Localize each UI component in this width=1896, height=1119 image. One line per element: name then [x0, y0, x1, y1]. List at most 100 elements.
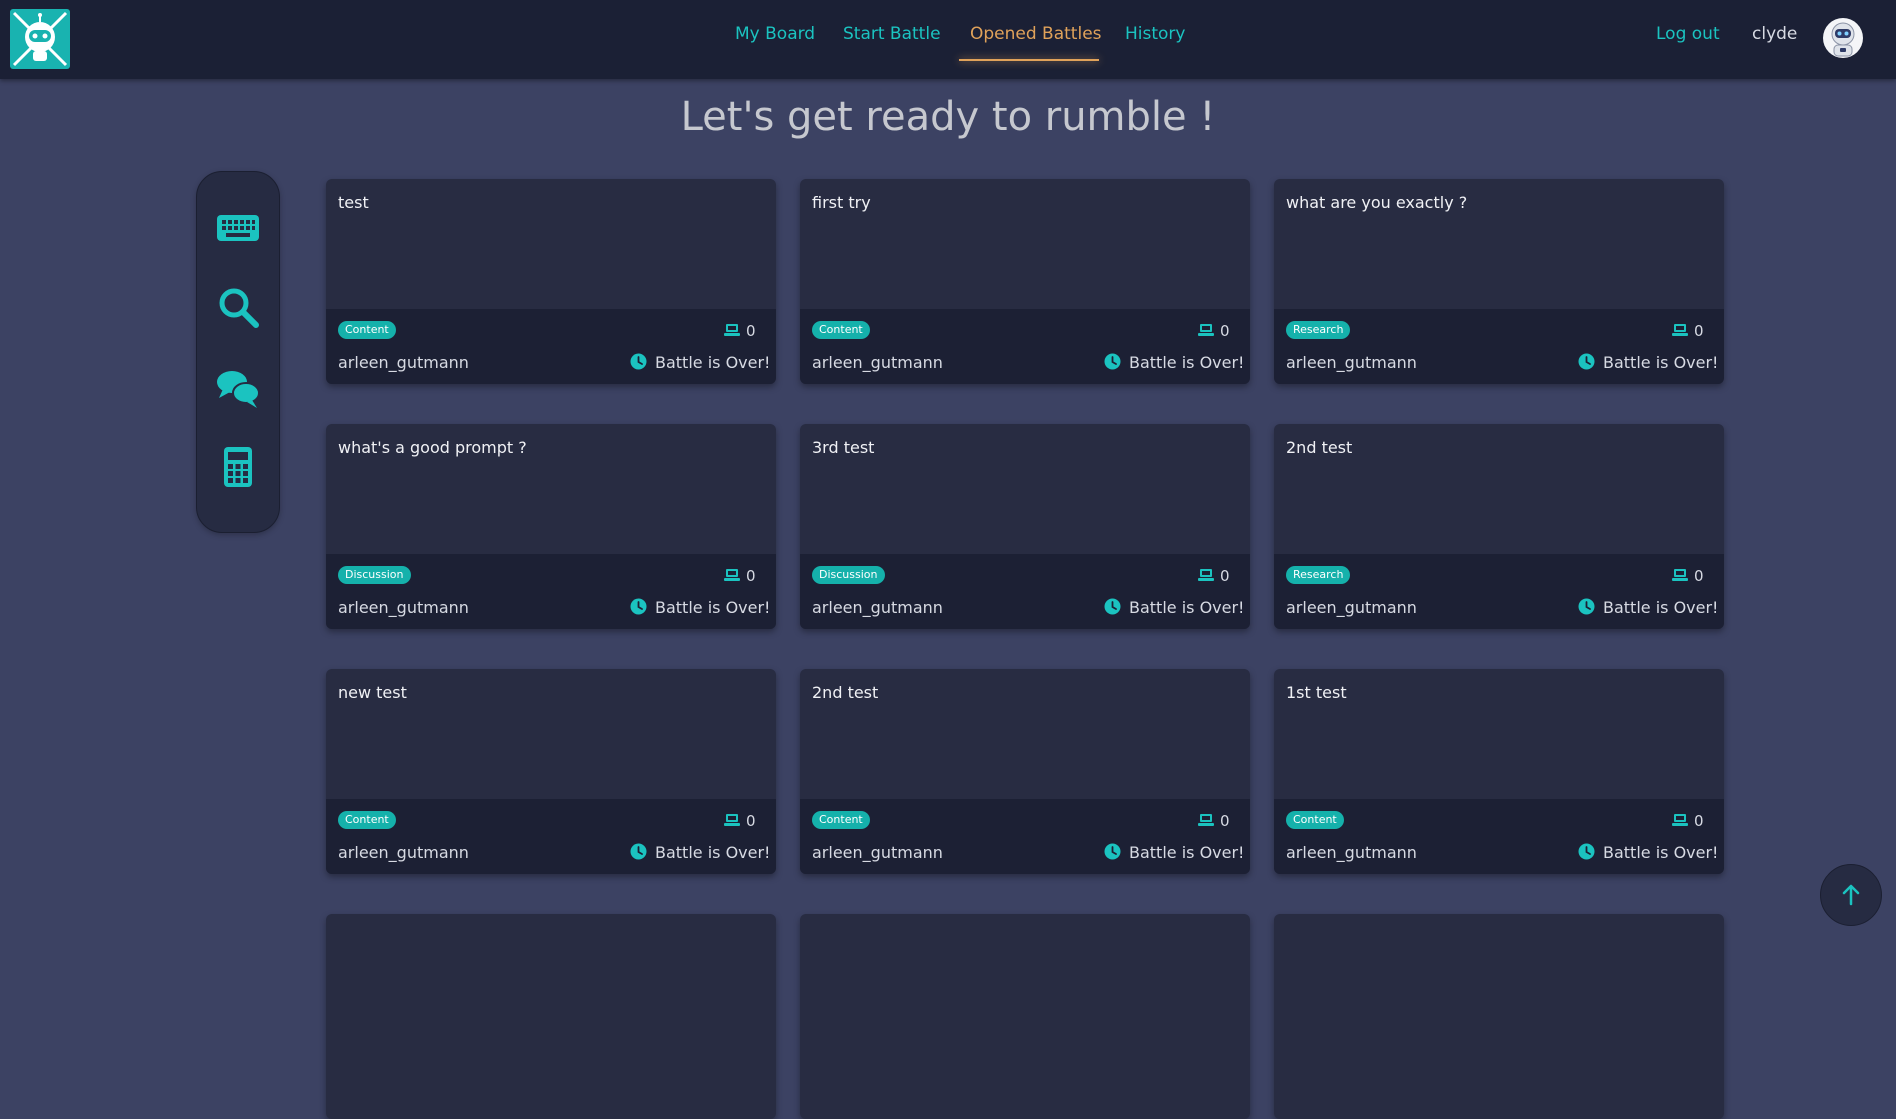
- author-name: arleen_gutmann: [338, 353, 469, 372]
- category-badge: Research: [1286, 566, 1351, 584]
- author-name: arleen_gutmann: [1286, 353, 1417, 372]
- clock-icon: [630, 843, 647, 860]
- inbox-icon: [1198, 324, 1214, 336]
- scroll-to-top-button[interactable]: [1820, 864, 1882, 926]
- battle-title: new test: [338, 683, 407, 702]
- clock-icon: [1104, 598, 1121, 615]
- card-footer: Content 0 arleen_gutmann Battle is Over!: [1274, 799, 1724, 874]
- battle-status: Battle is Over!: [1603, 598, 1719, 617]
- battle-status: Battle is Over!: [655, 843, 771, 862]
- submission-count: 0: [1694, 812, 1704, 830]
- battle-card[interactable]: what are you exactly ? Research 0 arleen…: [1274, 179, 1724, 384]
- card-footer: Content 0 arleen_gutmann Battle is Over!: [800, 799, 1250, 874]
- battle-card[interactable]: [326, 914, 776, 1119]
- submission-count: 0: [746, 567, 756, 585]
- battle-status: Battle is Over!: [1603, 843, 1719, 862]
- clock-icon: [1578, 598, 1595, 615]
- card-footer: Discussion 0 arleen_gutmann Battle is Ov…: [326, 554, 776, 629]
- clock-icon: [630, 353, 647, 370]
- battle-title: 2nd test: [812, 683, 879, 702]
- battle-status: Battle is Over!: [655, 353, 771, 372]
- clock-icon: [630, 598, 647, 615]
- card-footer: Research 0 arleen_gutmann Battle is Over…: [1274, 554, 1724, 629]
- nav-start-battle[interactable]: Start Battle: [843, 24, 941, 44]
- battle-title: 3rd test: [812, 438, 875, 457]
- battle-card[interactable]: 3rd test Discussion 0 arleen_gutmann Bat…: [800, 424, 1250, 629]
- battle-card[interactable]: first try Content 0 arleen_gutmann Battl…: [800, 179, 1250, 384]
- clock-icon: [1104, 353, 1121, 370]
- battle-title: what's a good prompt ?: [338, 438, 527, 457]
- clock-icon: [1578, 353, 1595, 370]
- battle-status: Battle is Over!: [1129, 598, 1245, 617]
- top-navbar: My Board Start Battle Opened Battles His…: [0, 0, 1896, 79]
- submission-count: 0: [1220, 322, 1230, 340]
- category-badge: Discussion: [338, 566, 411, 584]
- clock-icon: [1578, 843, 1595, 860]
- arrow-up-icon: [1842, 884, 1860, 906]
- inbox-icon: [1672, 324, 1688, 336]
- battle-card[interactable]: [1274, 914, 1724, 1119]
- battle-status: Battle is Over!: [1603, 353, 1719, 372]
- category-badge: Content: [812, 321, 870, 339]
- submission-count: 0: [746, 322, 756, 340]
- inbox-icon: [1198, 814, 1214, 826]
- inbox-icon: [1672, 814, 1688, 826]
- robot-logo-icon[interactable]: [10, 9, 70, 69]
- submission-count: 0: [746, 812, 756, 830]
- calculator-icon[interactable]: [215, 444, 261, 490]
- category-badge: Content: [338, 321, 396, 339]
- battle-title: test: [338, 193, 369, 212]
- submission-count: 0: [1694, 322, 1704, 340]
- inbox-icon: [724, 324, 740, 336]
- nav-opened-battles[interactable]: Opened Battles: [970, 24, 1102, 44]
- avatar[interactable]: [1823, 18, 1863, 58]
- inbox-icon: [724, 569, 740, 581]
- search-icon[interactable]: [215, 284, 261, 330]
- author-name: arleen_gutmann: [1286, 598, 1417, 617]
- card-footer: Content 0 arleen_gutmann Battle is Over!: [326, 799, 776, 874]
- nav-my-board[interactable]: My Board: [735, 24, 815, 44]
- submission-count: 0: [1220, 812, 1230, 830]
- battle-card[interactable]: 1st test Content 0 arleen_gutmann Battle…: [1274, 669, 1724, 874]
- category-badge: Research: [1286, 321, 1351, 339]
- battle-status: Battle is Over!: [1129, 843, 1245, 862]
- active-tab-indicator: [959, 59, 1099, 61]
- battle-card[interactable]: what's a good prompt ? Discussion 0 arle…: [326, 424, 776, 629]
- battle-status: Battle is Over!: [1129, 353, 1245, 372]
- submission-count: 0: [1220, 567, 1230, 585]
- category-badge: Content: [812, 811, 870, 829]
- author-name: arleen_gutmann: [812, 353, 943, 372]
- author-name: arleen_gutmann: [812, 598, 943, 617]
- inbox-icon: [1198, 569, 1214, 581]
- inbox-icon: [1672, 569, 1688, 581]
- nav-history[interactable]: History: [1125, 24, 1185, 44]
- battle-card[interactable]: test Content 0 arleen_gutmann Battle is …: [326, 179, 776, 384]
- category-badge: Discussion: [812, 566, 885, 584]
- page-title: Let's get ready to rumble !: [680, 94, 1216, 140]
- battle-card[interactable]: new test Content 0 arleen_gutmann Battle…: [326, 669, 776, 874]
- card-footer: Content 0 arleen_gutmann Battle is Over!: [326, 309, 776, 384]
- card-footer: Research 0 arleen_gutmann Battle is Over…: [1274, 309, 1724, 384]
- author-name: arleen_gutmann: [1286, 843, 1417, 862]
- battle-card[interactable]: [800, 914, 1250, 1119]
- card-footer: Discussion 0 arleen_gutmann Battle is Ov…: [800, 554, 1250, 629]
- author-name: arleen_gutmann: [338, 843, 469, 862]
- author-name: arleen_gutmann: [812, 843, 943, 862]
- inbox-icon: [724, 814, 740, 826]
- submission-count: 0: [1694, 567, 1704, 585]
- category-badge: Content: [338, 811, 396, 829]
- card-footer: Content 0 arleen_gutmann Battle is Over!: [800, 309, 1250, 384]
- battle-title: first try: [812, 193, 871, 212]
- battle-card[interactable]: 2nd test Content 0 arleen_gutmann Battle…: [800, 669, 1250, 874]
- category-badge: Content: [1286, 811, 1344, 829]
- comments-icon[interactable]: [215, 365, 261, 411]
- battle-title: 1st test: [1286, 683, 1347, 702]
- clock-icon: [1104, 843, 1121, 860]
- battle-card[interactable]: 2nd test Research 0 arleen_gutmann Battl…: [1274, 424, 1724, 629]
- author-name: arleen_gutmann: [338, 598, 469, 617]
- side-toolbar: [196, 171, 280, 533]
- battle-title: 2nd test: [1286, 438, 1353, 457]
- username-label: clyde: [1752, 24, 1798, 44]
- keyboard-icon[interactable]: [215, 205, 261, 251]
- logout-link[interactable]: Log out: [1656, 24, 1720, 44]
